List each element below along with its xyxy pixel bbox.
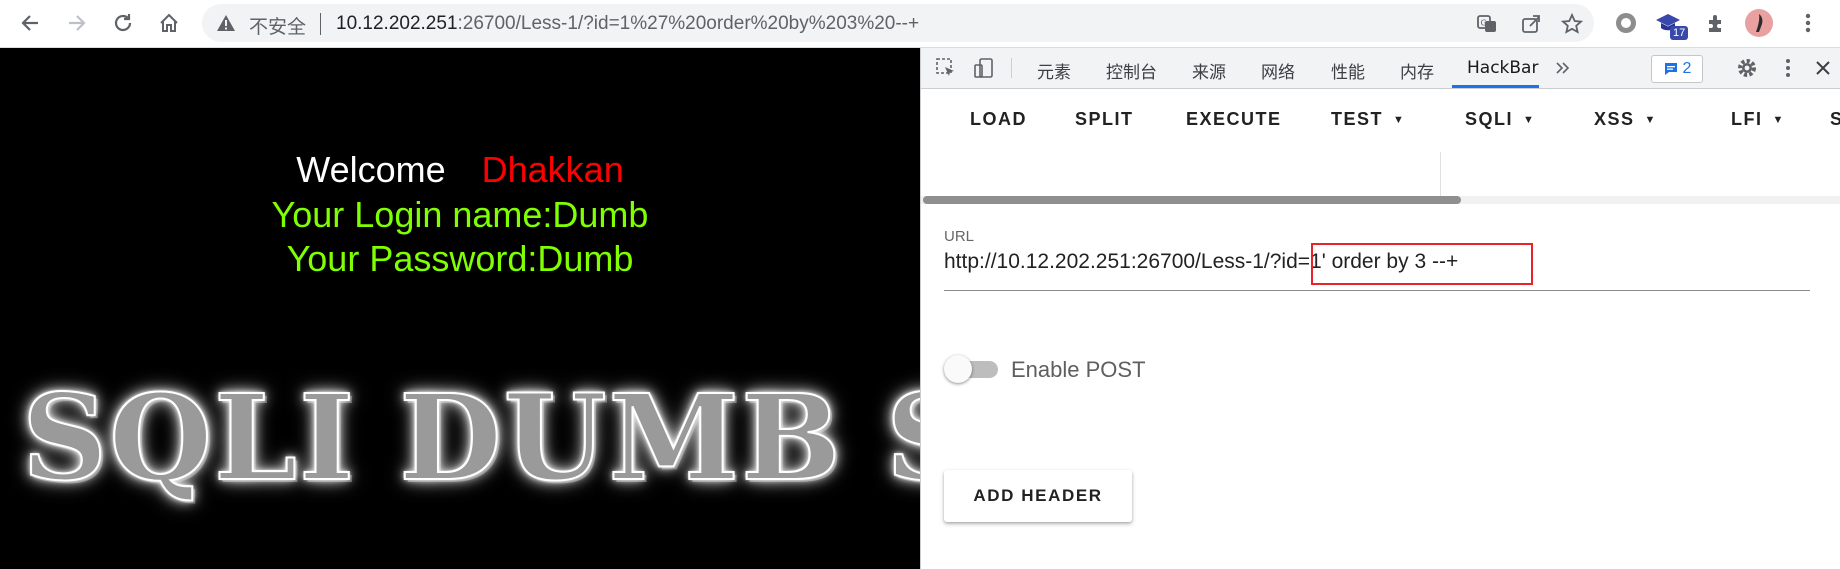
tab-hackbar[interactable]: HackBar	[1467, 58, 1538, 78]
lfi-menu-button[interactable]: LFI ▼	[1731, 109, 1785, 130]
login-name-text: Your Login name:Dumb	[271, 194, 649, 235]
welcome-line: Welcome Dhakkan	[0, 149, 920, 191]
warning-icon[interactable]	[216, 14, 236, 37]
load-button[interactable]: LOAD	[970, 109, 1027, 130]
horizontal-scrollbar-thumb[interactable]	[923, 196, 1461, 204]
settings-gear-icon[interactable]	[1735, 56, 1759, 80]
close-devtools-icon[interactable]	[1811, 56, 1835, 80]
inspect-element-icon[interactable]	[934, 56, 958, 80]
url-field-label: URL	[944, 228, 975, 245]
svg-text:G: G	[1481, 19, 1487, 28]
sqli-banner-logo: SQLI DUMB SERIES	[21, 367, 920, 508]
address-bar[interactable]: 不安全 10.12.202.251:26700/Less-1/?id=1%27%…	[202, 4, 1594, 42]
url-field-underline	[944, 290, 1810, 291]
xss-menu-button[interactable]: XSS ▼	[1594, 109, 1657, 130]
tab-elements[interactable]: 元素	[1037, 58, 1071, 83]
tab-console[interactable]: 控制台	[1106, 58, 1157, 83]
translate-icon[interactable]: G	[1474, 11, 1500, 37]
active-tab-indicator	[1452, 85, 1539, 88]
more-menu-icon[interactable]	[1792, 7, 1824, 39]
highlight-annotation-box	[1311, 243, 1533, 285]
message-count: 2	[1682, 60, 1692, 77]
tab-network[interactable]: 网络	[1261, 58, 1295, 83]
bookmark-star-icon[interactable]	[1559, 11, 1585, 37]
more-menu-button[interactable]: S	[1830, 109, 1840, 130]
caret-down-icon: ▼	[1644, 114, 1657, 126]
split-button[interactable]: SPLIT	[1075, 109, 1134, 130]
tab-memory[interactable]: 内存	[1400, 58, 1434, 83]
devtools-panel: 元素 控制台 来源 网络 性能 内存 HackBar 2 LOAD SPLIT …	[920, 48, 1840, 569]
device-toolbar-icon[interactable]	[972, 56, 996, 80]
sqli-menu-button[interactable]: SQLI ▼	[1465, 109, 1535, 130]
caret-down-icon: ▼	[1393, 114, 1406, 126]
tab-sources[interactable]: 来源	[1192, 58, 1226, 83]
forward-icon[interactable]	[62, 8, 92, 38]
message-icon	[1664, 63, 1677, 75]
devtools-menu-icon[interactable]	[1776, 56, 1800, 80]
browser-toolbar: 不安全 10.12.202.251:26700/Less-1/?id=1%27%…	[0, 0, 1840, 48]
more-tabs-chevron-icon[interactable]	[1551, 56, 1575, 80]
hackbar-menu: LOAD SPLIT EXECUTE TEST ▼ SQLI ▼ XSS ▼ LFI ▼…	[921, 89, 1840, 146]
welcome-username: Dhakkan	[481, 149, 624, 190]
test-menu-button[interactable]: TEST ▼	[1331, 109, 1405, 130]
console-messages-badge[interactable]: 2	[1651, 55, 1703, 83]
address-separator	[320, 13, 321, 35]
record-extension-icon[interactable]	[1610, 7, 1642, 39]
extension-badge: 17	[1670, 26, 1689, 40]
caret-down-icon: ▼	[1772, 114, 1785, 126]
security-label[interactable]: 不安全	[249, 12, 306, 39]
add-header-button[interactable]: ADD HEADER	[944, 470, 1132, 522]
address-url[interactable]: 10.12.202.251:26700/Less-1/?id=1%27%20or…	[336, 13, 919, 35]
welcome-label: Welcome	[296, 149, 446, 190]
execute-button[interactable]: EXECUTE	[1186, 109, 1282, 130]
caret-down-icon: ▼	[1523, 114, 1536, 126]
tab-performance[interactable]: 性能	[1331, 58, 1365, 83]
home-icon[interactable]	[154, 8, 184, 38]
enable-post-label[interactable]: Enable POST	[1011, 357, 1146, 383]
menu-separator	[1440, 152, 1441, 196]
devtools-tab-bar: 元素 控制台 来源 网络 性能 内存 HackBar 2	[921, 48, 1840, 89]
enable-post-toggle[interactable]	[944, 354, 1000, 384]
password-text: Your Password:Dumb	[286, 238, 634, 279]
share-icon[interactable]	[1518, 11, 1544, 37]
avatar[interactable]	[1743, 7, 1775, 39]
reload-icon[interactable]	[108, 8, 138, 38]
web-page: Welcome Dhakkan Your Login name:Dumb Your…	[0, 48, 920, 569]
extensions-puzzle-icon[interactable]	[1700, 7, 1732, 39]
tab-divider	[1011, 58, 1012, 78]
back-icon[interactable]	[15, 8, 45, 38]
toggle-knob	[944, 355, 972, 383]
